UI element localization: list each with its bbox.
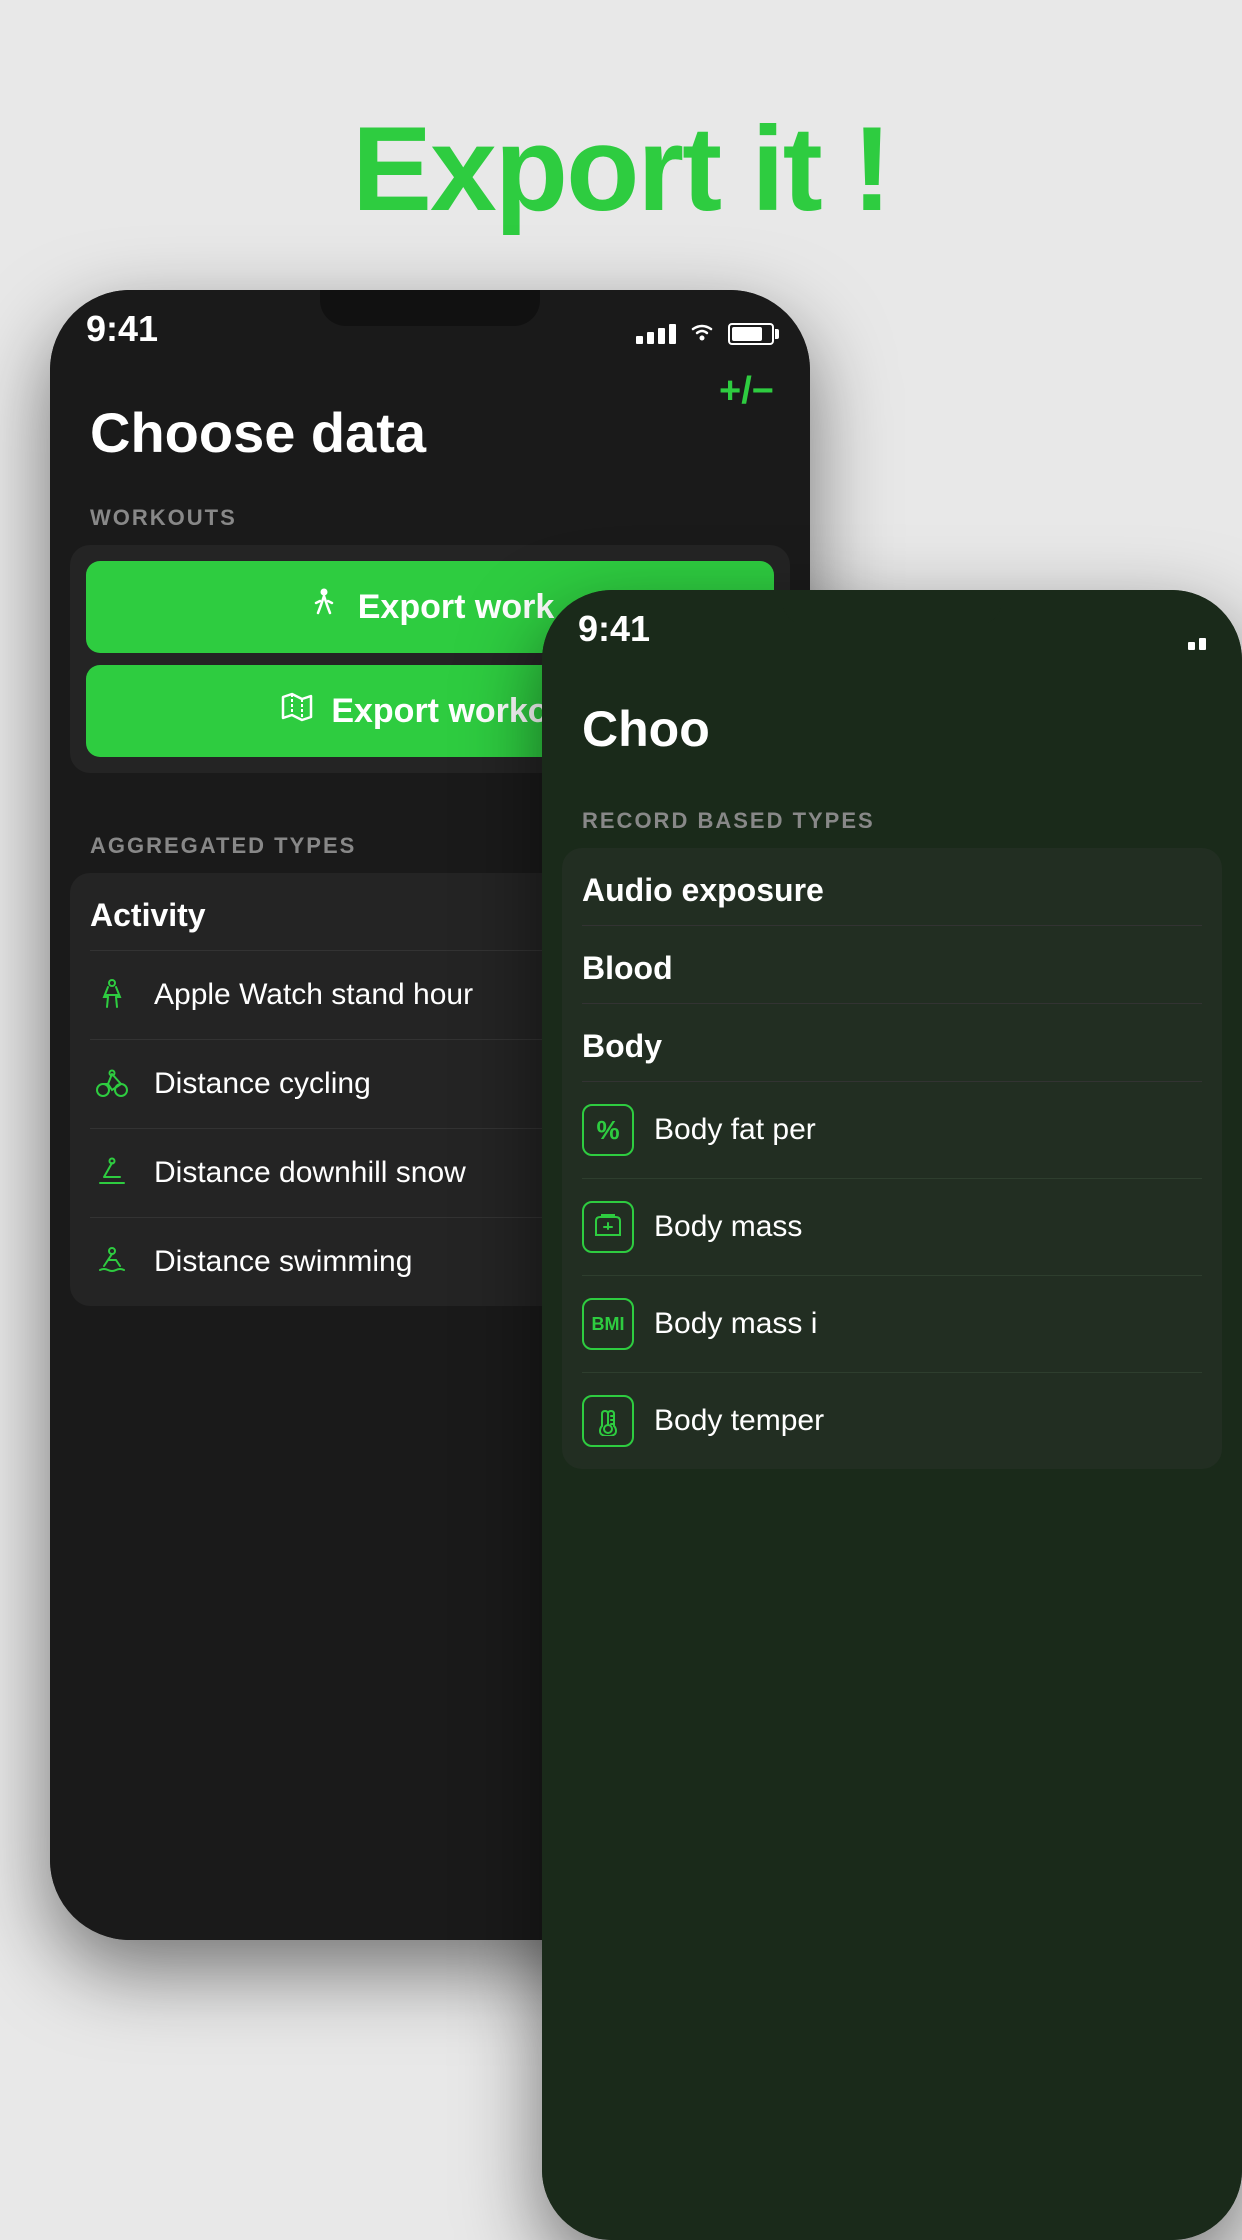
bmi-icon: BMI [582, 1298, 634, 1350]
phone-screen-secondary: 9:41 Choo RECORD BASED TYPES Audio expos… [542, 590, 1242, 2240]
screen-title-primary: Choose data [50, 370, 810, 485]
status-icons-primary [636, 318, 774, 350]
phone-notch [320, 290, 540, 326]
status-time-secondary: 9:41 [578, 608, 650, 650]
status-time-primary: 9:41 [86, 308, 158, 350]
blood-header: Blood [582, 926, 1202, 1004]
list-item[interactable]: Body mass [582, 1179, 1202, 1276]
screen-title-secondary: Choo [542, 670, 1242, 778]
export-work-label: Export work [358, 588, 554, 627]
body-fat-icon: % [582, 1104, 634, 1156]
distance-swimming-label: Distance swimming [154, 1245, 412, 1279]
phone-secondary: 9:41 Choo RECORD BASED TYPES Audio expos… [542, 590, 1242, 2240]
wifi-icon [686, 318, 718, 350]
status-icons-secondary [1188, 638, 1206, 650]
plus-minus-button[interactable]: +/− [719, 370, 774, 413]
cycling-icon [90, 1062, 134, 1106]
body-mass-label: Body mass [654, 1210, 802, 1244]
stand-hours-label: Apple Watch stand hour [154, 978, 473, 1012]
body-fat-label: Body fat per [654, 1113, 816, 1147]
map-icon [279, 689, 315, 733]
hero-title: Export it ! [0, 0, 1242, 238]
distance-downhill-label: Distance downhill snow [154, 1156, 466, 1190]
workouts-section-label: WORKOUTS [50, 485, 810, 545]
audio-exposure-header: Audio exposure [582, 848, 1202, 926]
signal-icon-secondary [1188, 638, 1206, 650]
skiing-icon [90, 1151, 134, 1195]
battery-icon [728, 323, 774, 345]
distance-cycling-label: Distance cycling [154, 1067, 371, 1101]
phones-container: 9:41 [0, 290, 1242, 2210]
signal-icon [636, 324, 676, 344]
body-mass-index-label: Body mass i [654, 1307, 817, 1341]
phone-notch-secondary [782, 590, 1002, 626]
body-temp-icon [582, 1395, 634, 1447]
body-mass-icon [582, 1201, 634, 1253]
body-header: Body [582, 1004, 1202, 1082]
swimming-icon [90, 1240, 134, 1284]
list-item[interactable]: % Body fat per [582, 1082, 1202, 1179]
record-items-container: Audio exposure Blood Body % Body fat per [562, 848, 1222, 1469]
list-item[interactable]: BMI Body mass i [582, 1276, 1202, 1373]
list-item[interactable]: Body temper [582, 1373, 1202, 1469]
body-temp-label: Body temper [654, 1404, 824, 1438]
stand-icon [90, 973, 134, 1017]
record-section-label: RECORD BASED TYPES [542, 778, 1242, 848]
walk-icon [306, 585, 342, 629]
